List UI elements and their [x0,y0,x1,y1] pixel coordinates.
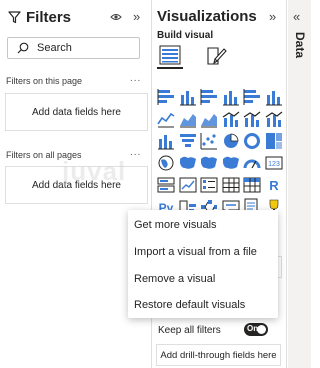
keep-all-filters-toggle[interactable]: On [244,323,268,336]
format-visual-tab[interactable] [205,45,229,67]
collapse-filters-icon[interactable]: » [133,9,140,24]
svg-text:R: R [269,178,279,193]
svg-text:123: 123 [268,161,280,168]
pie-chart-icon[interactable] [221,131,241,151]
multi-row-card-icon[interactable] [156,175,176,195]
gauge-icon[interactable] [242,153,262,173]
line-and-column-chart-icon[interactable] [221,109,241,129]
search-placeholder: Search [37,42,72,54]
slicer-icon[interactable] [199,175,219,195]
search-icon [17,42,29,54]
menu-item-get-more-visuals[interactable]: Get more visuals [134,213,274,237]
card-icon[interactable]: 123 [264,153,284,173]
kpi-icon[interactable] [178,175,198,195]
filters-search-input[interactable]: Search [7,37,140,59]
line-chart-icon[interactable] [156,109,176,129]
keep-all-filters-label: Keep all filters [158,325,221,336]
clustered-bar-chart-icon[interactable] [199,87,219,107]
matrix-icon[interactable] [242,175,262,195]
filters-title: Filters [26,9,72,26]
filters-on-this-page-label: Filters on this page [6,76,83,86]
100-stacked-bar-chart-icon[interactable] [242,87,262,107]
map-icon[interactable] [156,153,176,173]
waterfall-chart-icon[interactable] [156,131,176,151]
filters-on-all-pages-more-button[interactable]: ... [130,147,141,158]
menu-item-import-visual-from-file[interactable]: Import a visual from a file [134,240,274,264]
more-visuals-context-menu: Get more visuals Import a visual from a … [128,210,278,318]
stacked-column-chart-icon[interactable] [178,87,198,107]
donut-chart-icon[interactable] [242,131,262,151]
menu-item-restore-default-visuals[interactable]: Restore default visuals [134,293,274,317]
toggle-knob [257,325,266,334]
build-visual-label: Build visual [157,30,214,41]
collapse-visualizations-icon[interactable]: » [269,9,276,24]
scatter-chart-icon[interactable] [199,131,219,151]
menu-item-remove-visual[interactable]: Remove a visual [134,267,274,291]
build-visual-icon [159,45,181,65]
filled-map-icon[interactable] [178,153,198,173]
treemap-icon[interactable] [264,131,284,151]
visualizations-title: Visualizations [157,8,257,25]
line-and-clustered-column-chart-icon[interactable] [242,109,262,129]
filters-on-this-page-more-button[interactable]: ... [130,73,141,84]
clustered-column-chart-icon[interactable] [221,87,241,107]
shape-map-icon[interactable] [199,153,219,173]
area-chart-icon[interactable] [178,109,198,129]
eye-icon[interactable] [110,12,122,22]
ribbon-chart-icon[interactable] [264,109,284,129]
format-paintbrush-icon [207,47,227,65]
data-pane-collapsed[interactable]: « Data [288,0,311,368]
build-visual-tab[interactable] [157,43,183,69]
funnel-icon[interactable] [178,131,198,151]
filters-on-this-page-dropzone[interactable]: Add data fields here [5,93,148,131]
expand-data-pane-icon[interactable]: « [293,9,300,24]
data-pane-label: Data [293,32,307,59]
table-icon[interactable] [221,175,241,195]
stacked-bar-chart-icon[interactable] [156,87,176,107]
r-visual-icon[interactable]: R [264,175,284,195]
filters-header: Filters » [8,8,148,28]
drill-through-dropzone[interactable]: Add drill-through fields here [156,344,281,366]
well-dropzone[interactable] [278,256,282,278]
azure-map-icon[interactable] [221,153,241,173]
100-stacked-column-chart-icon[interactable] [264,87,284,107]
filter-funnel-icon [8,11,21,24]
watermark: juval [62,156,127,186]
stacked-area-chart-icon[interactable] [199,109,219,129]
